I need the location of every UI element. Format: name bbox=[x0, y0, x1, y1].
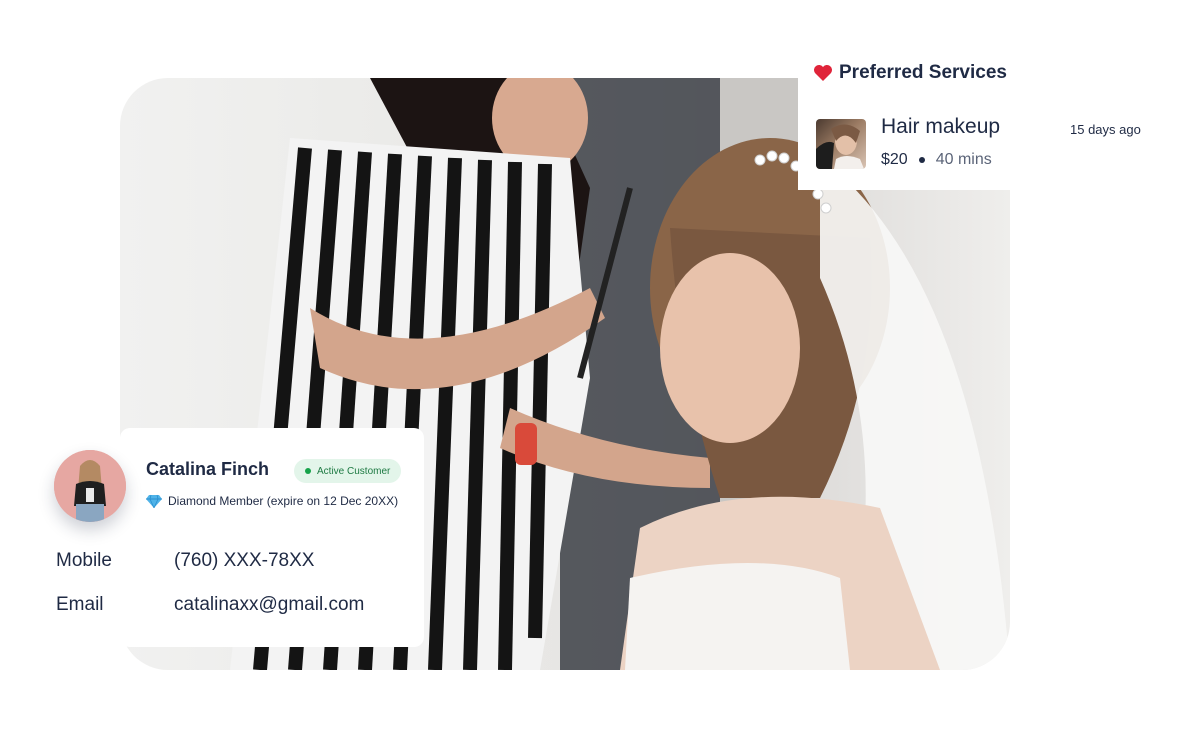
diamond-icon bbox=[146, 494, 162, 508]
service-time-ago: 15 days ago bbox=[1070, 122, 1141, 137]
preferred-services-card: Preferred Services Hair makeup $20 40 mi… bbox=[798, 52, 1010, 190]
preferred-services-title: Preferred Services bbox=[839, 62, 1007, 83]
status-badge: Active Customer bbox=[294, 459, 402, 483]
customer-avatar[interactable] bbox=[54, 450, 126, 522]
mobile-label: Mobile bbox=[56, 550, 112, 571]
membership-text: Diamond Member (expire on 12 Dec 20XX) bbox=[168, 494, 399, 508]
service-price: $20 bbox=[881, 151, 908, 168]
preferred-services-header: Preferred Services bbox=[813, 62, 1007, 84]
service-duration: 40 mins bbox=[935, 151, 992, 168]
service-name[interactable]: Hair makeup bbox=[881, 115, 1000, 139]
service-thumbnail[interactable] bbox=[816, 119, 866, 169]
separator-dot bbox=[918, 157, 925, 163]
heart-icon bbox=[814, 65, 832, 81]
customer-name: Catalina Finch bbox=[146, 459, 270, 479]
service-meta: $20 40 mins bbox=[881, 151, 992, 169]
membership-info: Diamond Member (expire on 12 Dec 20XX) bbox=[146, 494, 398, 508]
status-badge-label: Active Customer bbox=[317, 465, 391, 477]
email-label: Email bbox=[56, 594, 104, 615]
email-value[interactable]: catalinaxx@gmail.com bbox=[174, 594, 364, 616]
status-dot-icon bbox=[305, 468, 311, 474]
mobile-value[interactable]: (760) XXX-78XX bbox=[174, 550, 314, 572]
